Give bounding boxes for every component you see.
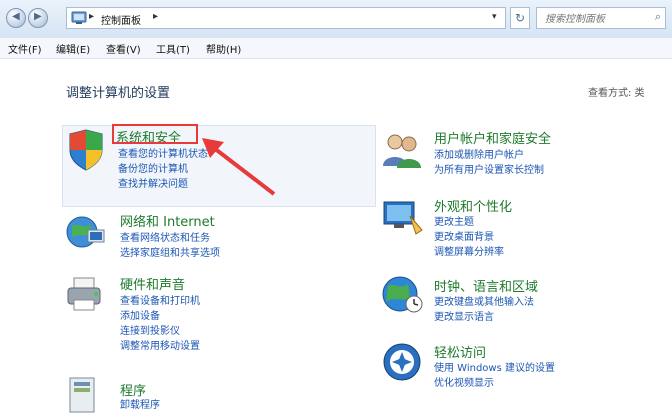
link-add-device[interactable]: 添加设备 (120, 309, 200, 324)
hardware-links: 查看设备和打印机 添加设备 连接到投影仪 调整常用移动设置 (120, 294, 200, 354)
appearance-icon (383, 201, 423, 235)
printer-icon (67, 277, 101, 311)
highlight-annotation-box (112, 124, 198, 144)
link-view-computer-status[interactable]: 查看您的计算机状态 (118, 147, 208, 162)
link-screen-resolution[interactable]: 调整屏幕分辨率 (434, 245, 504, 260)
link-display-language[interactable]: 更改显示语言 (434, 310, 534, 325)
refresh-button[interactable]: ↻ (510, 7, 530, 29)
menu-bar: 文件(F) 编辑(E) 查看(V) 工具(T) 帮助(H) (0, 38, 672, 59)
address-bar: ◀ ▶ ▸ 控制面板 ▸ ▾ ↻ ⌕ (0, 0, 672, 39)
category-title-ease-of-access[interactable]: 轻松访问 (434, 342, 486, 361)
path-separator-icon: ▸ (153, 11, 159, 22)
menu-file[interactable]: 文件(F) (8, 41, 42, 56)
link-devices-printers[interactable]: 查看设备和打印机 (120, 294, 200, 309)
breadcrumb-control-panel[interactable]: 控制面板 (101, 12, 141, 27)
back-arrow-icon: ◀ (12, 11, 20, 22)
ease-of-access-links: 使用 Windows 建议的设置 优化视频显示 (434, 361, 555, 391)
menu-tools[interactable]: 工具(T) (156, 41, 190, 56)
forward-button[interactable]: ▶ (28, 8, 48, 28)
search-input[interactable] (543, 9, 647, 29)
appearance-links: 更改主题 更改桌面背景 调整屏幕分辨率 (434, 215, 504, 260)
link-troubleshoot[interactable]: 查找并解决问题 (118, 177, 208, 192)
link-mobility-settings[interactable]: 调整常用移动设置 (120, 339, 200, 354)
link-optimize-video-display[interactable]: 优化视频显示 (434, 376, 555, 391)
menu-edit[interactable]: 编辑(E) (56, 41, 90, 56)
view-by-label[interactable]: 查看方式: 类 (588, 84, 645, 99)
clock-globe-icon (382, 276, 423, 313)
category-title-user-accounts[interactable]: 用户帐户和家庭安全 (434, 128, 551, 147)
user-accounts-links: 添加或删除用户帐户 为所有用户设置家长控制 (434, 148, 544, 178)
link-change-theme[interactable]: 更改主题 (434, 215, 504, 230)
menu-help[interactable]: 帮助(H) (206, 41, 241, 56)
category-title-appearance[interactable]: 外观和个性化 (434, 196, 512, 215)
programs-links: 卸载程序 (120, 398, 160, 413)
clock-language-links: 更改键盘或其他输入法 更改显示语言 (434, 295, 534, 325)
path-separator-icon: ▸ (89, 11, 95, 22)
category-title-hardware-sound[interactable]: 硬件和声音 (120, 274, 185, 293)
network-links: 查看网络状态和任务 选择家庭组和共享选项 (120, 231, 220, 261)
search-box: ⌕ (536, 7, 666, 29)
address-path[interactable]: ▸ 控制面板 ▸ ▾ (66, 7, 506, 29)
search-icon[interactable]: ⌕ (655, 10, 661, 24)
menu-view[interactable]: 查看(V) (106, 41, 141, 56)
ease-of-access-icon (383, 343, 421, 381)
page-title: 调整计算机的设置 (66, 86, 171, 101)
link-windows-suggested-settings[interactable]: 使用 Windows 建议的设置 (434, 361, 555, 376)
path-dropdown-icon[interactable]: ▾ (492, 12, 497, 22)
system-security-links: 查看您的计算机状态 备份您的计算机 查找并解决问题 (118, 147, 208, 192)
link-change-keyboard[interactable]: 更改键盘或其他输入法 (434, 295, 534, 310)
link-add-remove-users[interactable]: 添加或删除用户帐户 (434, 148, 544, 163)
link-homegroup-sharing[interactable]: 选择家庭组和共享选项 (120, 246, 220, 261)
link-uninstall-program[interactable]: 卸载程序 (120, 398, 160, 413)
control-panel-icon (71, 11, 87, 24)
shield-icon (69, 129, 103, 171)
refresh-icon: ↻ (514, 11, 526, 25)
forward-arrow-icon: ▶ (34, 11, 42, 22)
link-backup-computer[interactable]: 备份您的计算机 (118, 162, 208, 177)
category-title-programs[interactable]: 程序 (120, 380, 146, 399)
category-title-network[interactable]: 网络和 Internet (120, 211, 215, 230)
link-network-status[interactable]: 查看网络状态和任务 (120, 231, 220, 246)
back-button[interactable]: ◀ (6, 8, 26, 28)
programs-icon (69, 377, 95, 413)
category-title-clock-language[interactable]: 时钟、语言和区域 (434, 276, 538, 295)
user-accounts-icon (383, 134, 421, 168)
link-connect-projector[interactable]: 连接到投影仪 (120, 324, 200, 339)
link-desktop-background[interactable]: 更改桌面背景 (434, 230, 504, 245)
arrow-annotation-icon (202, 138, 276, 196)
link-parental-controls[interactable]: 为所有用户设置家长控制 (434, 163, 544, 178)
network-globe-icon (66, 216, 105, 248)
